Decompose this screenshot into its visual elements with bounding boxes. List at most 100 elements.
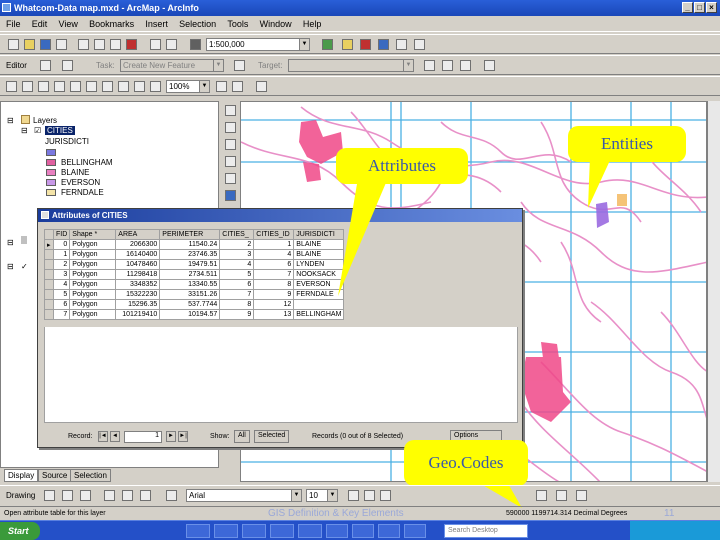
last-record-button[interactable]: ►| bbox=[178, 431, 188, 442]
table-row[interactable]: ▸ 0 Polygon 2066300 11540.24 2 1 BLAINE bbox=[44, 239, 345, 250]
column-header[interactable]: PERIMETER bbox=[159, 229, 221, 240]
minimize-button[interactable]: _ bbox=[682, 2, 693, 13]
target-combo[interactable]: ▼ bbox=[288, 59, 414, 72]
font-size-combo[interactable]: 10 ▼ bbox=[306, 489, 338, 502]
rotate-icon[interactable] bbox=[62, 490, 73, 501]
taskbar-item[interactable] bbox=[352, 524, 374, 538]
desktop-search-field[interactable]: Search Desktop bbox=[444, 524, 528, 538]
tab-selection[interactable]: Selection bbox=[70, 469, 111, 482]
attributes-window-icon[interactable] bbox=[460, 60, 471, 71]
save-icon[interactable] bbox=[40, 39, 51, 50]
map-scale-combo[interactable]: 1:500,000 ▼ bbox=[206, 38, 310, 51]
layer-cities[interactable]: CITIES bbox=[45, 126, 75, 135]
close-button[interactable]: × bbox=[706, 2, 717, 13]
command-line-icon[interactable] bbox=[378, 39, 389, 50]
underline-icon[interactable] bbox=[380, 490, 391, 501]
taskbar-item[interactable] bbox=[186, 524, 210, 538]
edit-tool-icon[interactable] bbox=[40, 60, 51, 71]
taskbar-item[interactable] bbox=[214, 524, 238, 538]
undo-icon[interactable] bbox=[150, 39, 161, 50]
chevron-down-icon[interactable]: ▼ bbox=[327, 490, 337, 501]
menu-bookmarks[interactable]: Bookmarks bbox=[89, 19, 134, 29]
print-icon[interactable] bbox=[56, 39, 67, 50]
rectangle-icon[interactable] bbox=[104, 490, 115, 501]
new-icon[interactable] bbox=[8, 39, 19, 50]
tab-source[interactable]: Source bbox=[38, 469, 72, 482]
text-icon[interactable] bbox=[122, 490, 133, 501]
drawing-menu[interactable]: Drawing bbox=[6, 491, 35, 500]
table-row[interactable]: 3 Polygon 11298418 2734.511 5 7 NOOKSACK bbox=[44, 269, 345, 280]
zoom-in-icon[interactable] bbox=[225, 105, 236, 116]
table-row[interactable]: 4 Polygon 3348352 13340.55 6 8 EVERSON bbox=[44, 279, 345, 290]
model-builder-icon[interactable] bbox=[396, 39, 407, 50]
layout-pan-icon[interactable] bbox=[232, 81, 243, 92]
legend-swatch[interactable] bbox=[46, 189, 56, 196]
legend-swatch[interactable] bbox=[46, 159, 56, 166]
help-icon[interactable] bbox=[414, 39, 425, 50]
table-row[interactable]: 2 Polygon 10478460 19479.51 4 6 LYNDEN bbox=[44, 259, 345, 270]
collapse-icon[interactable]: ⊟ bbox=[7, 262, 14, 271]
bold-icon[interactable] bbox=[348, 490, 359, 501]
row-selector[interactable]: ▸ bbox=[44, 239, 54, 250]
zoom-whole-page-icon[interactable] bbox=[216, 81, 227, 92]
fixed-zoom-in-icon[interactable] bbox=[70, 81, 81, 92]
legend-swatch[interactable] bbox=[46, 179, 56, 186]
row-selector[interactable] bbox=[44, 279, 54, 290]
collapse-icon[interactable]: ⊟ bbox=[21, 126, 28, 135]
line-color-icon[interactable] bbox=[556, 490, 567, 501]
table-row[interactable]: 5 Polygon 15322230 33151.26 7 9 FERNDALE bbox=[44, 289, 345, 300]
task-combo[interactable]: Create New Feature ▼ bbox=[120, 59, 224, 72]
font-color-icon[interactable] bbox=[576, 490, 587, 501]
sketch-tool-icon[interactable] bbox=[62, 60, 73, 71]
layer-visible-checkbox[interactable]: ✓ bbox=[21, 262, 28, 271]
map-vertical-scrollbar[interactable] bbox=[707, 101, 720, 482]
back-extent-icon[interactable] bbox=[102, 81, 113, 92]
record-number-field[interactable]: 1 bbox=[124, 431, 162, 443]
chevron-down-icon[interactable]: ▼ bbox=[291, 490, 301, 501]
menu-view[interactable]: View bbox=[59, 19, 78, 29]
font-combo[interactable]: Arial ▼ bbox=[186, 489, 302, 502]
layer-visible-checkbox[interactable]: ☑ bbox=[34, 126, 41, 135]
taskbar-item[interactable] bbox=[242, 524, 266, 538]
row-selector[interactable] bbox=[44, 289, 54, 300]
zoom-to-elements-icon[interactable] bbox=[80, 490, 91, 501]
full-extent-icon[interactable] bbox=[225, 156, 236, 167]
chevron-down-icon[interactable]: ▼ bbox=[213, 60, 223, 71]
editor-toolbar-icon[interactable] bbox=[322, 39, 333, 50]
tab-display[interactable]: Display bbox=[4, 469, 39, 482]
first-record-button[interactable]: |◄ bbox=[98, 431, 108, 442]
fixed-zoom-icon[interactable] bbox=[225, 139, 236, 150]
next-record-button[interactable]: ► bbox=[166, 431, 176, 442]
menu-help[interactable]: Help bbox=[303, 19, 322, 29]
forward-extent-icon[interactable] bbox=[118, 81, 129, 92]
attributes-icon[interactable] bbox=[234, 60, 245, 71]
zoom-combo[interactable]: 100% ▼ bbox=[166, 80, 210, 93]
split-tool-icon[interactable] bbox=[424, 60, 435, 71]
menu-edit[interactable]: Edit bbox=[32, 19, 48, 29]
menu-window[interactable]: Window bbox=[260, 19, 292, 29]
rotate-tool-icon[interactable] bbox=[442, 60, 453, 71]
row-selector[interactable] bbox=[44, 299, 54, 310]
menu-insert[interactable]: Insert bbox=[145, 19, 168, 29]
add-data-icon[interactable] bbox=[190, 39, 201, 50]
arctoolbox-icon[interactable] bbox=[360, 39, 371, 50]
taskbar-item[interactable] bbox=[378, 524, 400, 538]
menu-tools[interactable]: Tools bbox=[227, 19, 248, 29]
table-row[interactable]: 1 Polygon 16140400 23746.35 3 4 BLAINE bbox=[44, 249, 345, 260]
paste-icon[interactable] bbox=[110, 39, 121, 50]
zoom-out-icon[interactable] bbox=[22, 81, 33, 92]
chevron-down-icon[interactable]: ▼ bbox=[403, 60, 413, 71]
show-selected-button[interactable]: Selected bbox=[254, 430, 290, 443]
globe-icon[interactable] bbox=[225, 190, 236, 201]
delete-icon[interactable] bbox=[126, 39, 137, 50]
cut-icon[interactable] bbox=[78, 39, 89, 50]
taskbar-item[interactable] bbox=[270, 524, 294, 538]
table-row[interactable]: 7 Polygon 101219410 10194.57 9 13 BELLINGHAM bbox=[44, 309, 345, 320]
sketch-properties-icon[interactable] bbox=[484, 60, 495, 71]
show-all-button[interactable]: All bbox=[234, 430, 250, 443]
collapse-icon[interactable]: ⊟ bbox=[7, 116, 14, 125]
full-extent-icon[interactable] bbox=[54, 81, 65, 92]
row-selector[interactable] bbox=[44, 259, 54, 270]
taskbar-item[interactable] bbox=[298, 524, 322, 538]
start-button[interactable]: Start bbox=[0, 522, 40, 540]
